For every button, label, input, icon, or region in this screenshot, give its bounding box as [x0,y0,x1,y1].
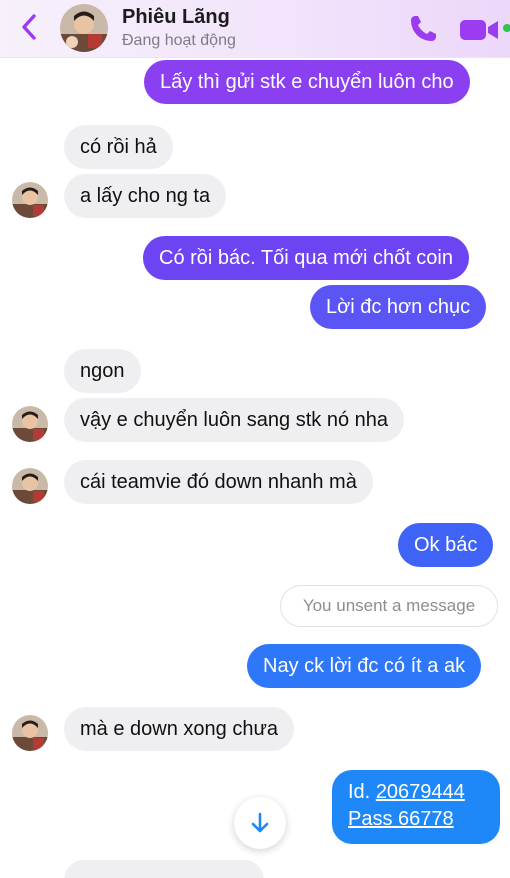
message-bubble-incoming[interactable]: mà e down xong chưa [64,707,294,751]
pass-label: Pass [348,808,393,830]
contact-avatar-small [12,715,48,751]
contact-avatar-small [12,406,48,442]
contact-avatar-small [12,182,48,218]
active-status: Đang hoạt động [122,32,236,49]
message-bubble-outgoing[interactable]: Lấy thì gửi stk e chuyển luôn cho [144,60,470,104]
message-bubble-incoming[interactable]: có rồi hả [64,125,173,169]
message-bubble-incoming[interactable]: vậy e chuyển luôn sang stk nó nha [64,398,404,442]
next-message-bubble-partial [64,860,264,878]
chevron-left-icon [22,14,36,40]
arrow-down-icon [251,812,269,833]
pass-value: 66778 [398,808,454,830]
message-bubble-incoming[interactable]: a lấy cho ng ta [64,174,227,218]
unsent-message-notice: You unsent a message [280,585,498,627]
pass-line[interactable]: Pass 66778 [348,806,484,833]
id-label: Id. [348,781,371,803]
message-bubble-outgoing[interactable]: Nay ck lời đc có ít a ak [247,644,482,688]
id-line: Id. 20679444 [348,779,484,806]
id-number-link[interactable]: 20679444 [376,781,465,803]
call-button[interactable] [406,12,440,46]
message-bubble-outgoing[interactable]: Có rồi bác. Tối qua mới chốt coin [143,236,469,280]
message-bubble-incoming[interactable]: ngon [64,349,141,393]
credentials-message-bubble[interactable]: Id. 20679444 Pass 66778 [332,770,500,844]
back-button[interactable] [14,12,44,42]
video-camera-icon [460,20,510,40]
phone-icon [411,16,436,41]
scroll-to-bottom-button[interactable] [234,797,286,849]
contact-avatar[interactable] [60,4,108,52]
message-bubble-outgoing[interactable]: Ok bác [398,523,494,567]
message-bubble-incoming[interactable]: cái teamvie đó down nhanh mà [64,460,373,504]
contact-avatar-small [12,468,48,504]
message-bubble-outgoing[interactable]: Lời đc hơn chục [310,285,487,329]
chat-header: Phiêu Lãng Đang hoạt động [0,0,510,58]
contact-name[interactable]: Phiêu Lãng [122,6,230,29]
video-call-button[interactable] [458,12,510,46]
